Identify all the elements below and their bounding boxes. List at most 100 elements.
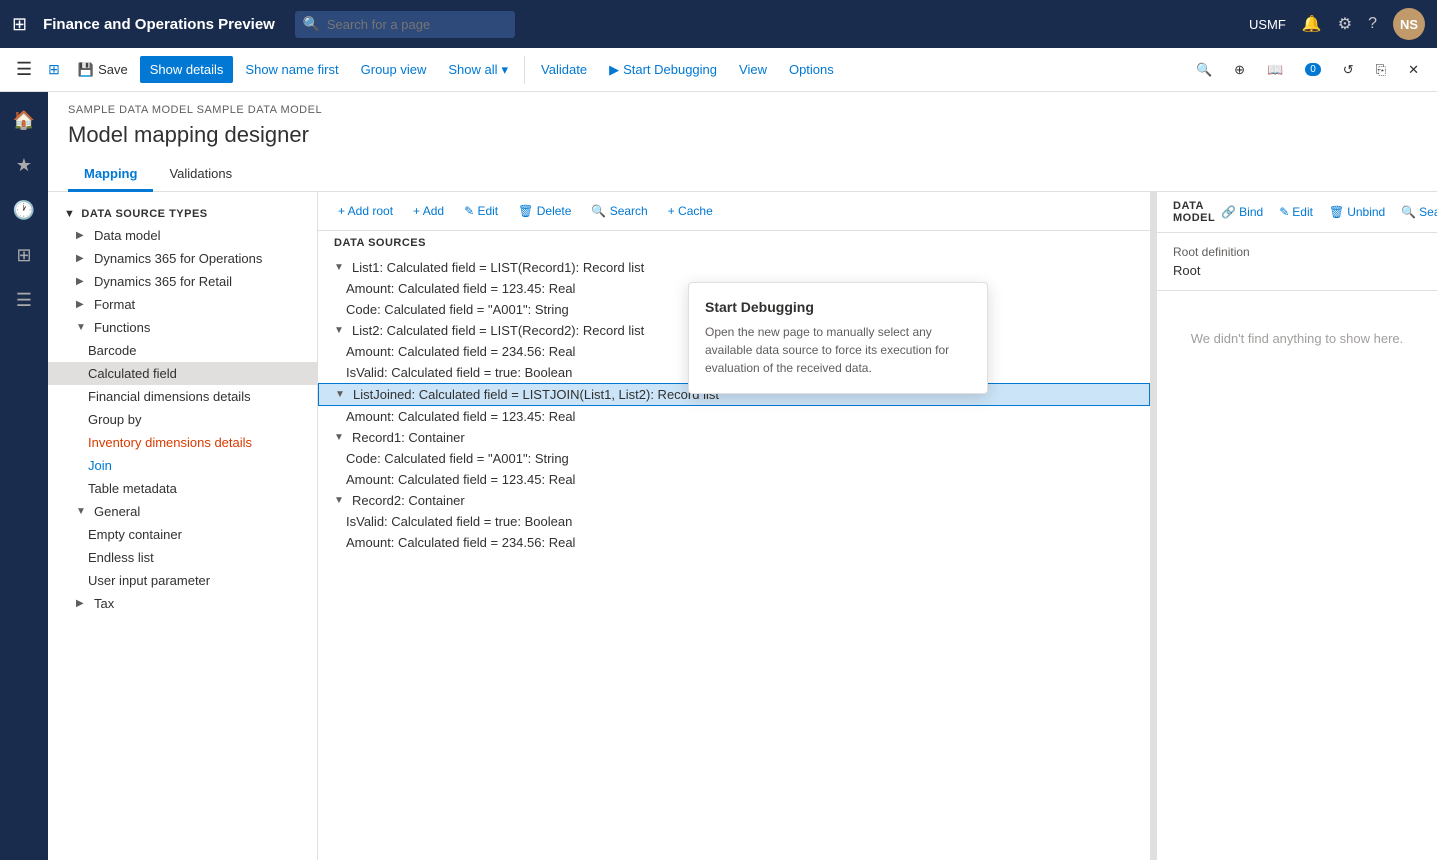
dst-item-label: Data model <box>94 228 160 243</box>
dst-item-general[interactable]: ▼ General <box>48 500 317 523</box>
dst-expand-icon[interactable]: ▼ <box>64 208 75 220</box>
dst-item-table-metadata[interactable]: Table metadata <box>48 477 317 500</box>
dst-item-user-input[interactable]: User input parameter <box>48 569 317 592</box>
dst-item-tax[interactable]: ▶ Tax <box>48 592 317 615</box>
ds-item-label: Amount: Calculated field = 123.45: Real <box>346 281 575 296</box>
dst-item-inventory-dimensions[interactable]: Inventory dimensions details <box>48 431 317 454</box>
user-avatar[interactable]: NS <box>1393 8 1425 40</box>
cache-button[interactable]: + Cache <box>660 200 721 222</box>
dst-item-data-model[interactable]: ▶ Data model <box>48 224 317 247</box>
ds-item-record2[interactable]: ▼ Record2: Container <box>318 490 1150 511</box>
share-button[interactable]: ⊕ <box>1224 56 1255 84</box>
dst-item-empty-container[interactable]: Empty container <box>48 523 317 546</box>
tooltip-title: Start Debugging <box>705 299 971 315</box>
expand-icon: ▼ <box>334 495 346 506</box>
unbind-label: Unbind <box>1347 205 1385 219</box>
debug-icon: ▶ <box>609 62 619 78</box>
clock-icon[interactable]: 🕐 <box>0 190 48 231</box>
search-ds-button[interactable]: 🔍 Search <box>583 200 655 222</box>
menu-hamburger-icon[interactable]: ☰ <box>8 59 40 80</box>
ds-item-label: Code: Calculated field = "A001": String <box>346 302 569 317</box>
dm-edit-label: Edit <box>1292 205 1313 219</box>
dst-item-calculated-field[interactable]: Calculated field <box>48 362 317 385</box>
dst-item-label: Inventory dimensions details <box>88 435 252 450</box>
ds-item-label: List2: Calculated field = LIST(Record2):… <box>352 323 644 338</box>
view-button[interactable]: View <box>729 56 777 83</box>
show-details-button[interactable]: Show details <box>140 56 234 83</box>
validate-label: Validate <box>541 62 587 77</box>
ds-item-label: Record2: Container <box>352 493 465 508</box>
dst-item-label: Join <box>88 458 112 473</box>
save-button[interactable]: 💾 Save <box>68 56 138 84</box>
bookmark-button[interactable]: 📖 <box>1257 56 1293 84</box>
top-search-input[interactable] <box>295 11 515 38</box>
star-icon[interactable]: ★ <box>0 145 48 186</box>
options-label: Options <box>789 62 834 77</box>
dst-item-label: Group by <box>88 412 141 427</box>
content-area: SAMPLE DATA MODEL SAMPLE DATA MODEL Mode… <box>48 92 1437 860</box>
ds-item-record2-amount[interactable]: Amount: Calculated field = 234.56: Real <box>318 532 1150 553</box>
left-nav: 🏠 ★ 🕐 ⊞ ☰ <box>0 92 48 860</box>
ds-item-record1-code[interactable]: Code: Calculated field = "A001": String <box>318 448 1150 469</box>
search-icon: 🔍 <box>303 16 320 33</box>
dst-item-format[interactable]: ▶ Format <box>48 293 317 316</box>
dst-item-functions[interactable]: ▼ Functions <box>48 316 317 339</box>
search-cmd-button[interactable]: 🔍 <box>1186 56 1222 84</box>
dst-item-endless-list[interactable]: Endless list <box>48 546 317 569</box>
edit-icon: ✎ <box>1279 205 1289 219</box>
add-button[interactable]: + Add <box>405 200 452 222</box>
close-button[interactable]: ✕ <box>1398 56 1429 84</box>
ds-item-record2-isvalid[interactable]: IsValid: Calculated field = true: Boolea… <box>318 511 1150 532</box>
tab-validations[interactable]: Validations <box>153 158 248 192</box>
delete-button[interactable]: 🗑 Delete <box>510 200 579 222</box>
dst-item-d365-operations[interactable]: ▶ Dynamics 365 for Operations <box>48 247 317 270</box>
settings-icon[interactable]: ⚙ <box>1338 14 1352 34</box>
help-icon[interactable]: ? <box>1368 15 1377 33</box>
home-icon[interactable]: 🏠 <box>0 100 48 141</box>
ds-item-list1[interactable]: ▼ List1: Calculated field = LIST(Record1… <box>318 257 1150 278</box>
dst-item-financial-dimensions[interactable]: Financial dimensions details <box>48 385 317 408</box>
dst-item-d365-retail[interactable]: ▶ Dynamics 365 for Retail <box>48 270 317 293</box>
dst-panel: ▼ DATA SOURCE TYPES ▶ Data model ▶ Dynam… <box>48 192 318 860</box>
ds-item-listjoined-amount[interactable]: Amount: Calculated field = 123.45: Real <box>318 406 1150 427</box>
dst-item-group-by[interactable]: Group by <box>48 408 317 431</box>
bell-icon[interactable]: 🔔 <box>1302 14 1322 34</box>
dst-item-barcode[interactable]: Barcode <box>48 339 317 362</box>
badge-button[interactable]: 0 <box>1295 57 1331 82</box>
tab-mapping[interactable]: Mapping <box>68 158 153 192</box>
edit-button[interactable]: ✎ Edit <box>456 200 506 222</box>
ds-item-label: List1: Calculated field = LIST(Record1):… <box>352 260 644 275</box>
list-icon[interactable]: ☰ <box>0 280 48 321</box>
validate-button[interactable]: Validate <box>531 56 597 83</box>
app-title: Finance and Operations Preview <box>43 16 275 33</box>
dm-search-button[interactable]: 🔍 Search <box>1395 201 1437 223</box>
dst-item-label: Tax <box>94 596 114 611</box>
filter-icon[interactable]: ⊞ <box>42 61 66 78</box>
ds-item-record1[interactable]: ▼ Record1: Container <box>318 427 1150 448</box>
ds-item-record1-amount[interactable]: Amount: Calculated field = 123.45: Real <box>318 469 1150 490</box>
expand-icon: ▼ <box>335 389 347 400</box>
start-debugging-button[interactable]: ▶ Start Debugging <box>599 56 727 84</box>
bind-button[interactable]: 🔗 Bind <box>1215 201 1269 223</box>
grid-icon[interactable]: ⊞ <box>12 14 27 35</box>
dst-item-join[interactable]: Join <box>48 454 317 477</box>
show-all-button[interactable]: Show all ▾ <box>438 56 518 84</box>
start-debugging-label: Start Debugging <box>623 62 717 77</box>
grid-nav-icon[interactable]: ⊞ <box>0 235 48 276</box>
refresh-button[interactable]: ↺ <box>1333 56 1364 84</box>
dst-item-label: User input parameter <box>88 573 210 588</box>
dm-edit-button[interactable]: ✎ Edit <box>1273 201 1319 223</box>
add-label: + Add <box>413 204 444 218</box>
add-root-button[interactable]: + Add root <box>330 200 401 222</box>
designer-area: ▼ DATA SOURCE TYPES ▶ Data model ▶ Dynam… <box>48 192 1437 860</box>
add-root-label: + Add root <box>338 204 393 218</box>
group-view-button[interactable]: Group view <box>351 56 437 83</box>
show-name-first-button[interactable]: Show name first <box>235 56 348 83</box>
popout-button[interactable]: ⎘ <box>1366 56 1396 84</box>
show-all-label: Show all <box>448 62 497 77</box>
dst-item-label: Dynamics 365 for Retail <box>94 274 232 289</box>
unbind-button[interactable]: 🗑 Unbind <box>1323 201 1391 223</box>
options-button[interactable]: Options <box>779 56 844 83</box>
show-details-label: Show details <box>150 62 224 77</box>
dm-search-label: Search <box>1419 205 1437 219</box>
